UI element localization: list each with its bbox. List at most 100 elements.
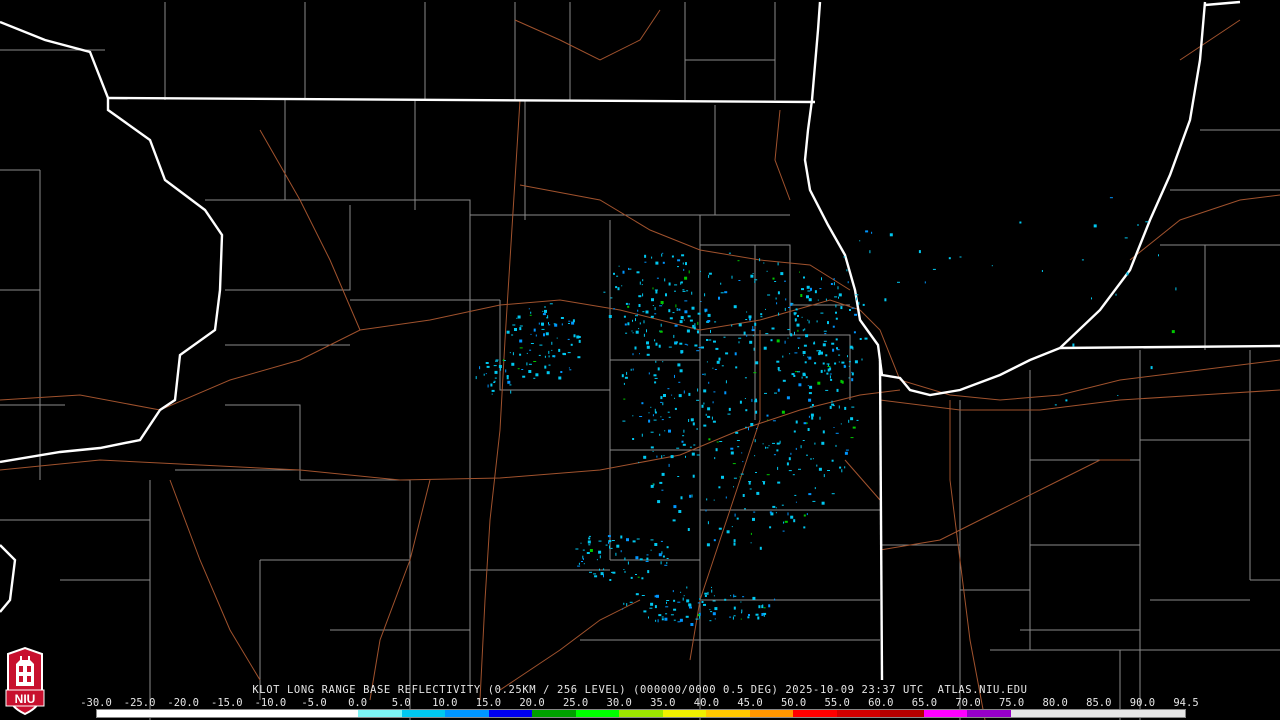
echo-pixel [811,404,814,406]
echo-pixel [725,380,727,384]
echo-pixel [632,319,633,322]
echo-pixel [835,432,839,434]
echo-pixel [724,598,727,601]
echo-pixel [707,407,711,411]
echo-pixel [739,400,742,404]
colorbar-tick: 35.0 [650,697,676,709]
echo-pixel [610,547,613,549]
echo-pixel [711,586,712,588]
echo-pixel [838,293,842,297]
echo-pixel [697,330,699,334]
echo-pixel [708,381,710,384]
echo-pixel [528,363,532,365]
echo-pixel [648,372,650,375]
echo-pixel [630,576,633,579]
echo-pixel [535,373,539,377]
echo-pixel [814,442,816,445]
echo-pixel [519,347,523,349]
echo-pixel [841,380,844,384]
echo-pixel [729,616,732,618]
echo-pixel [675,325,677,326]
echo-pixel [1041,270,1043,272]
echo-pixel [668,346,672,348]
colorbar-swatch [880,710,924,717]
echo-pixel [803,344,807,347]
echo-pixel [689,446,692,448]
echo-pixel [503,359,504,362]
echo-pixel [569,369,572,371]
echo-pixel [840,306,843,310]
echo-pixel [848,365,850,367]
echo-pixel [959,256,962,258]
echo-pixel [658,614,662,617]
echo-pixel [573,334,576,338]
echo-pixel [808,356,812,360]
echo-pixel [664,617,668,621]
echo-pixel [1150,366,1153,370]
echo-pixel [864,337,868,340]
echo-pixel [744,508,746,510]
echo-pixel [582,558,584,560]
echo-pixel [791,303,794,305]
echo-pixel [519,339,523,343]
colorbar-swatch [749,710,794,717]
echo-pixel [711,589,713,593]
echo-pixel [626,538,629,542]
echo-pixel [514,328,517,331]
echo-pixel [742,596,745,598]
echo-pixel [667,388,670,390]
colorbar-tick: 80.0 [1042,697,1068,709]
colorbar-swatch [271,710,315,717]
colorbar-swatch [706,710,750,717]
echo-pixel [821,277,822,281]
echo-pixel [623,398,626,400]
echo-pixel [823,474,825,478]
echo-pixel [635,593,639,596]
echo-pixel [756,491,760,495]
echo-pixel [778,312,780,316]
echo-pixel [831,342,835,345]
echo-pixel [652,414,654,417]
echo-pixel [889,233,893,237]
echo-pixel [638,328,640,330]
colorbar-tick: 90.0 [1129,697,1156,709]
echo-pixel [588,544,591,546]
echo-pixel [869,250,871,254]
echo-pixel [755,410,758,414]
echo-pixel [766,447,769,449]
echo-pixel [775,512,777,514]
echo-pixel [777,388,780,392]
echo-pixel [802,440,805,441]
echo-pixel [567,352,571,354]
echo-pixel [804,361,807,364]
echo-pixel [817,299,819,301]
echo-pixel [744,398,746,399]
colorbar-swatch [575,710,620,717]
echo-pixel [679,618,683,622]
echo-pixel [682,443,686,446]
echo-pixel [609,579,612,581]
echo-pixel [797,371,801,373]
echo-pixel [753,347,755,351]
echo-pixel [737,260,740,262]
echo-pixel [505,369,507,373]
echo-pixel [672,590,674,593]
echo-pixel [777,481,781,484]
echo-pixel [824,369,826,372]
echo-pixel [851,406,855,408]
echo-pixel [644,254,647,258]
echo-pixel [798,383,802,387]
echo-pixel [812,500,816,502]
echo-pixel [1081,259,1084,261]
echo-pixel [760,313,763,316]
echo-pixel [765,308,766,310]
echo-pixel [692,324,695,328]
echo-pixel [768,445,770,447]
echo-pixel [533,361,537,362]
echo-pixel [522,375,526,378]
echo-pixel [582,549,585,551]
echo-pixel [643,320,645,324]
echo-pixel [668,463,670,467]
echo-pixel [663,394,666,397]
echo-pixel [655,619,657,622]
